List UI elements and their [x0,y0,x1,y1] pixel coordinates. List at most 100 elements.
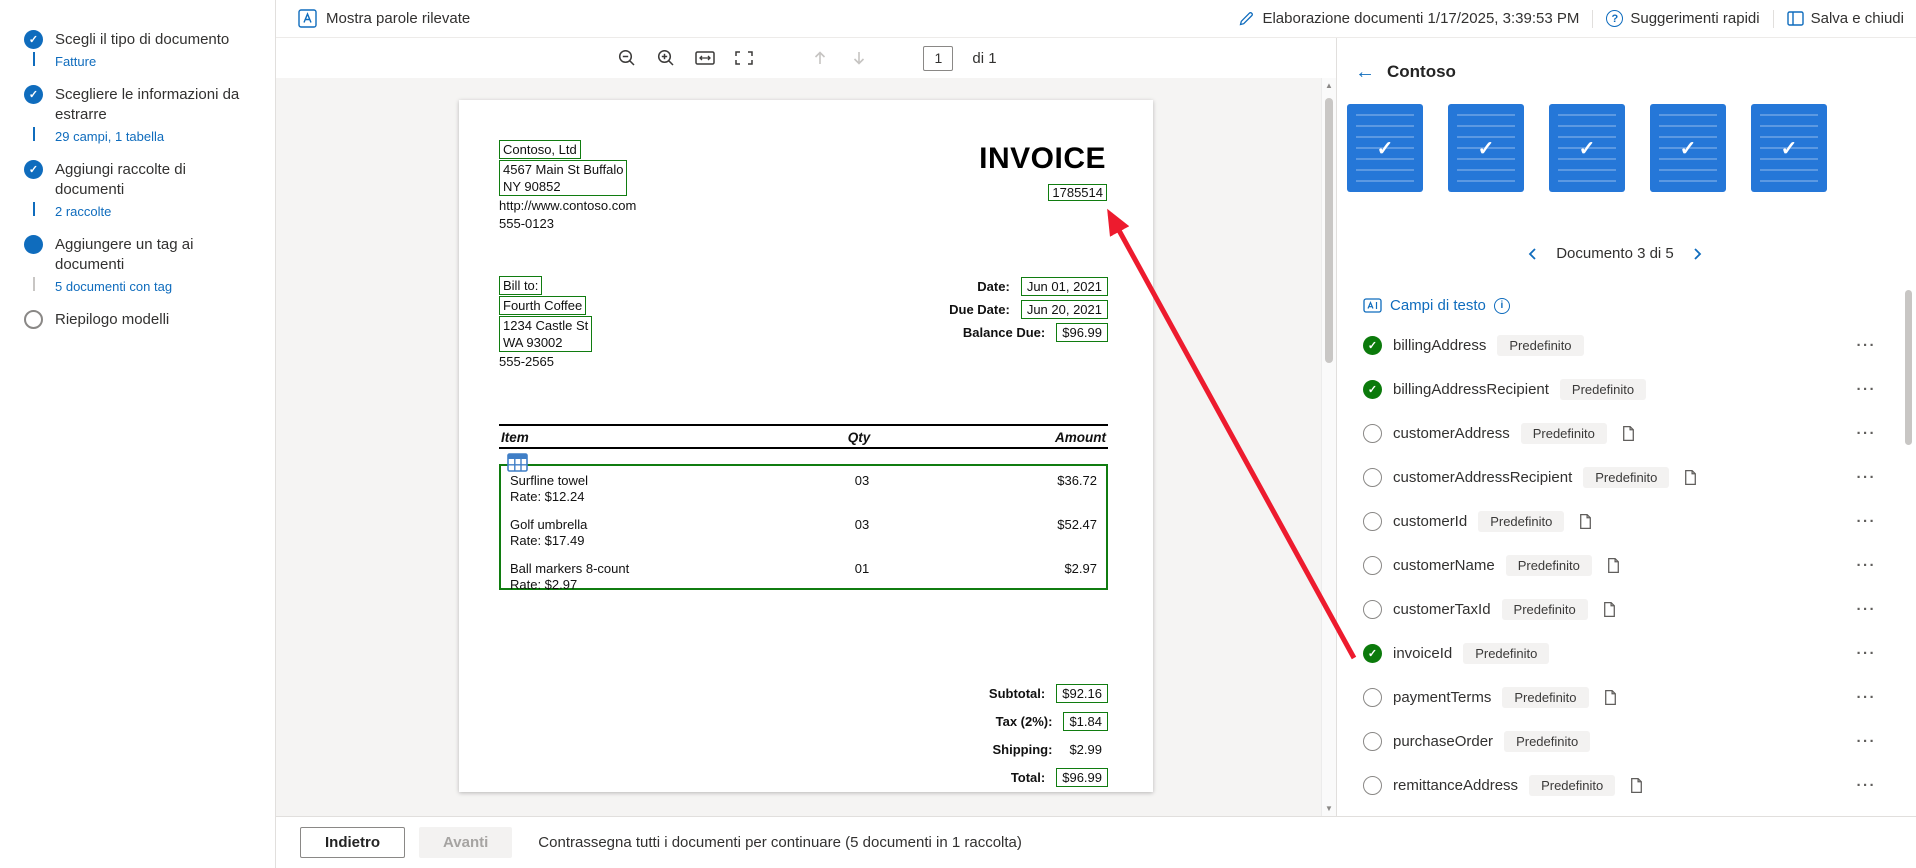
sidebar-step[interactable]: ✓ Scegli il tipo di documento Fatture [24,30,275,85]
field-row[interactable]: ✓ invoiceId Predefinito ··· [1337,631,1916,675]
detected-value-box: $96.99 [1056,323,1108,342]
collection-title: Contoso [1387,62,1456,82]
zoom-out-icon [617,48,637,68]
field-row[interactable]: customerId Predefinito ··· [1337,499,1916,543]
document-thumbnail[interactable]: ✓ [1650,104,1726,192]
field-more-options-button[interactable]: ··· [1857,381,1877,398]
zoom-out-button[interactable] [615,46,639,70]
document-page-icon[interactable] [1682,469,1699,486]
previous-page-button[interactable] [808,46,832,70]
next-page-button[interactable] [847,46,871,70]
field-row[interactable]: remittanceAddress Predefinito ··· [1337,763,1916,807]
line-item-qty: 03 [840,517,884,532]
sidebar-step[interactable]: Riepilogo modelli [24,310,275,346]
invoice-meta-label: Date: [977,279,1010,294]
document-page-icon[interactable] [1577,513,1594,530]
document-thumbnail[interactable]: ✓ [1751,104,1827,192]
field-row[interactable]: ✓ billingAddress Predefinito ··· [1337,323,1916,367]
step-sub-link[interactable]: 29 campi, 1 tabella [55,129,243,144]
line-item-name: Golf umbrella [510,517,1097,533]
panel-scrollbar-thumb[interactable] [1905,290,1912,445]
invoice-title: INVOICE [979,142,1106,176]
document-page-icon[interactable] [1602,689,1619,706]
document-thumbnail[interactable]: ✓ [1448,104,1524,192]
previous-document-button[interactable] [1526,247,1540,261]
field-row[interactable]: customerTaxId Predefinito ··· [1337,587,1916,631]
panel-scrollbar[interactable] [1904,278,1913,806]
field-more-options-button[interactable]: ··· [1857,557,1877,574]
field-row[interactable]: customerAddress Predefinito ··· [1337,411,1916,455]
quick-tips-button[interactable]: ? Suggerimenti rapidi [1606,10,1759,27]
document-page-icon[interactable] [1601,601,1618,618]
step-body: Scegliere le informazioni da estrarre 29… [55,85,243,144]
step-sub-link[interactable]: Fatture [55,54,243,69]
step-done-check-icon: ✓ [24,160,43,179]
help-icon: ? [1606,10,1623,27]
topbar-actions: Elaborazione documenti 1/17/2025, 3:39:5… [1238,10,1904,28]
invoice-line-item: Ball markers 8-count Rate: $2.97 01 $2.9… [510,561,1097,593]
document-page-icon[interactable] [1620,425,1637,442]
field-row[interactable]: paymentTerms Predefinito ··· [1337,675,1916,719]
zoom-in-button[interactable] [654,46,678,70]
next-button-disabled[interactable]: Avanti [419,827,512,858]
back-button[interactable]: Indietro [300,827,405,858]
field-more-options-button[interactable]: ··· [1857,469,1877,486]
document-page-icon[interactable] [1605,557,1622,574]
scrollbar-up-icon[interactable]: ▲ [1322,81,1336,90]
step-sub-link[interactable]: 2 raccolte [55,204,243,219]
field-more-options-button[interactable]: ··· [1857,689,1877,706]
page-number-input[interactable] [923,46,953,71]
step-rail [24,310,43,330]
field-tagged-check-icon: ✓ [1363,380,1382,399]
field-more-options-button[interactable]: ··· [1857,337,1877,354]
step-title: Scegliere le informazioni da estrarre [55,85,243,125]
fit-width-button[interactable] [693,46,717,70]
invoice-line-item: Surfline towel Rate: $12.24 03 $36.72 [510,473,1097,505]
next-document-button[interactable] [1690,247,1704,261]
field-more-options-button[interactable]: ··· [1857,601,1877,618]
show-detected-words-toggle[interactable]: Mostra parole rilevate [298,9,470,28]
text-fields-section-header[interactable]: Campi di testo i [1363,297,1916,314]
thumbnail-check-icon: ✓ [1347,104,1423,192]
back-arrow-button[interactable]: ← [1355,62,1375,82]
viewer-scrollbar[interactable]: ▲ ▼ [1321,78,1336,816]
document-processing-title[interactable]: Elaborazione documenti 1/17/2025, 3:39:5… [1238,10,1579,27]
thumbnail-check-icon: ✓ [1549,104,1625,192]
field-row[interactable]: purchaseOrder Predefinito ··· [1337,719,1916,763]
field-row[interactable]: customerName Predefinito ··· [1337,543,1916,587]
line-item-qty: 03 [840,473,884,488]
field-more-options-button[interactable]: ··· [1857,425,1877,442]
field-row[interactable]: ✓ billingAddressRecipient Predefinito ··… [1337,367,1916,411]
col-header-qty: Qty [837,430,881,445]
fit-page-button[interactable] [732,46,756,70]
invoice-total-label: Shipping: [993,742,1053,757]
document-page-icon[interactable] [1628,777,1645,794]
document-thumbnail[interactable]: ✓ [1549,104,1625,192]
table-extraction-icon[interactable] [507,453,528,475]
invoice-total-value: $2.99 [1063,740,1108,759]
scrollbar-thumb[interactable] [1325,98,1333,363]
sidebar-step[interactable]: Aggiungere un tag ai documenti 5 documen… [24,235,275,310]
save-and-close-label: Salva e chiudi [1811,10,1904,27]
arrow-down-icon [851,49,867,67]
field-name: customerTaxId [1393,601,1491,618]
field-more-options-button[interactable]: ··· [1857,777,1877,794]
sidebar-step[interactable]: ✓ Scegliere le informazioni da estrarre … [24,85,275,160]
field-more-options-button[interactable]: ··· [1857,733,1877,750]
save-and-close-button[interactable]: Salva e chiudi [1787,10,1904,27]
field-more-options-button[interactable]: ··· [1857,645,1877,662]
zoom-in-icon [656,48,676,68]
field-row[interactable]: customerAddressRecipient Predefinito ··· [1337,455,1916,499]
sidebar-step[interactable]: ✓ Aggiungi raccolte di documenti 2 racco… [24,160,275,235]
invoice-bill-to-block: Bill to: Fourth Coffee 1234 Castle St WA… [499,276,592,370]
info-icon[interactable]: i [1494,298,1510,314]
detected-customer-address-box: 1234 Castle St WA 93002 [499,316,592,352]
field-more-options-button[interactable]: ··· [1857,513,1877,530]
invoice-total-row: Shipping: $2.99 [989,740,1108,759]
invoice-page[interactable]: Contoso, Ltd 4567 Main St Buffalo NY 908… [459,100,1153,792]
footer-message: Contrassegna tutti i documenti per conti… [538,834,1022,851]
document-thumbnail[interactable]: ✓ [1347,104,1423,192]
step-sub-link[interactable]: 5 documenti con tag [55,279,243,294]
step-done-check-icon: ✓ [24,30,43,49]
scrollbar-down-icon[interactable]: ▼ [1322,804,1336,813]
